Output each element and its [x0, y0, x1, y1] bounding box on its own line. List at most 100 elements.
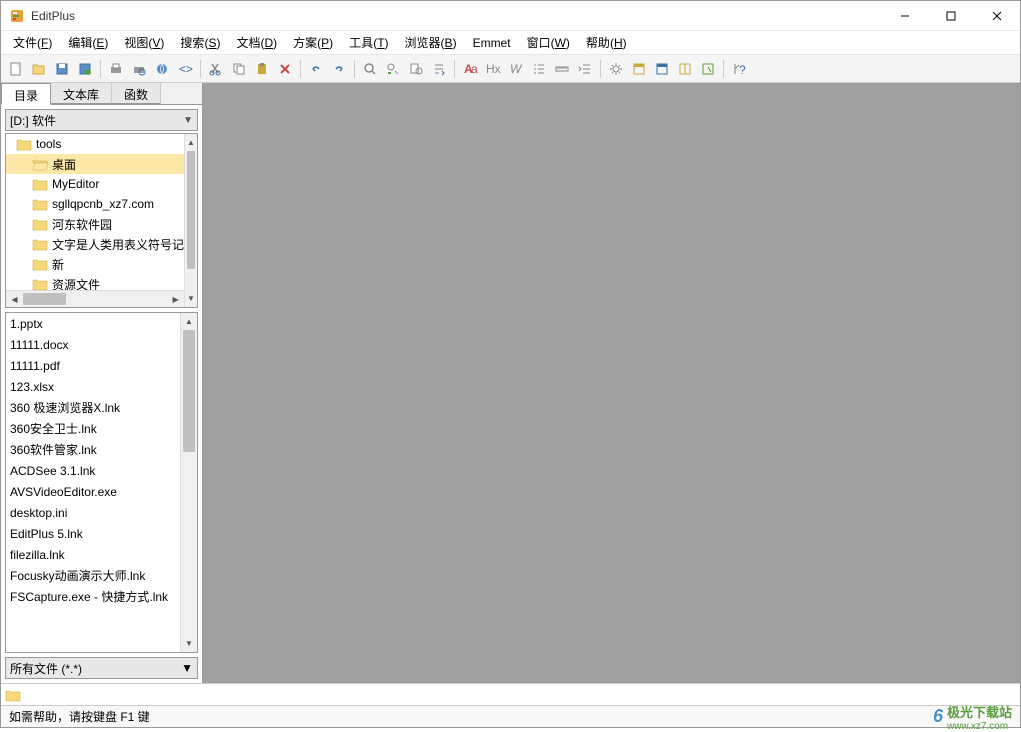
save-icon[interactable]: [51, 58, 73, 80]
scroll-up-icon[interactable]: ▲: [181, 313, 197, 330]
cut-icon[interactable]: [205, 58, 227, 80]
tree-item[interactable]: 资源文件: [6, 274, 184, 290]
tree-horizontal-scrollbar[interactable]: ◀ ▶: [6, 290, 184, 307]
menu-e[interactable]: 编辑(E): [60, 31, 116, 54]
window-title: EditPlus: [31, 9, 882, 23]
file-list[interactable]: 1.pptx11111.docx11111.pdf123.xlsx360 极速浏…: [6, 313, 180, 652]
minimize-button[interactable]: [882, 1, 928, 31]
tab-0[interactable]: 目录: [1, 83, 51, 105]
goto-line-icon[interactable]: [428, 58, 450, 80]
settings-icon[interactable]: [605, 58, 627, 80]
new-file-icon[interactable]: [5, 58, 27, 80]
window4-icon[interactable]: [697, 58, 719, 80]
maximize-button[interactable]: [928, 1, 974, 31]
file-item[interactable]: filezilla.lnk: [6, 544, 180, 565]
wordwrap-icon[interactable]: W: [505, 58, 527, 80]
folder-tree-panel: tools桌面MyEditorsgllqpcnb_xz7.com河东软件园文字是…: [5, 133, 198, 308]
print-icon[interactable]: [105, 58, 127, 80]
tree-item[interactable]: 河东软件园: [6, 214, 184, 234]
scroll-down-icon[interactable]: ▼: [185, 290, 197, 307]
file-item[interactable]: 360 极速浏览器X.lnk: [6, 397, 180, 418]
scroll-right-icon[interactable]: ▶: [167, 291, 184, 307]
hex-icon[interactable]: Hx: [482, 58, 504, 80]
find-files-icon[interactable]: [405, 58, 427, 80]
tree-item[interactable]: MyEditor: [6, 174, 184, 194]
scroll-up-icon[interactable]: ▲: [185, 134, 197, 151]
file-item[interactable]: Focusky动画演示大师.lnk: [6, 565, 180, 586]
save-as-icon[interactable]: [74, 58, 96, 80]
indent-icon[interactable]: [574, 58, 596, 80]
file-item[interactable]: ACDSee 3.1.lnk: [6, 460, 180, 481]
delete-icon[interactable]: [274, 58, 296, 80]
scroll-down-icon[interactable]: ▼: [181, 635, 197, 652]
menu-emmet[interactable]: Emmet: [465, 33, 519, 53]
tree-item[interactable]: 新: [6, 254, 184, 274]
app-icon: [9, 8, 25, 24]
menu-t[interactable]: 工具(T): [341, 31, 396, 54]
help-icon[interactable]: ?: [728, 58, 750, 80]
path-input[interactable]: [25, 686, 1016, 704]
tree-item[interactable]: sgllqpcnb_xz7.com: [6, 194, 184, 214]
menu-v[interactable]: 视图(V): [116, 31, 172, 54]
menu-b[interactable]: 浏览器(B): [397, 31, 465, 54]
editor-area[interactable]: [203, 83, 1020, 683]
file-item[interactable]: FSCapture.exe - 快捷方式.lnk: [6, 586, 180, 607]
browser-icon[interactable]: [151, 58, 173, 80]
menu-h[interactable]: 帮助(H): [578, 31, 635, 54]
menu-w[interactable]: 窗口(W): [519, 31, 578, 54]
folder-icon: [32, 237, 48, 251]
paste-icon[interactable]: [251, 58, 273, 80]
file-item[interactable]: AVSVideoEditor.exe: [6, 481, 180, 502]
file-item[interactable]: EditPlus 5.lnk: [6, 523, 180, 544]
menu-p[interactable]: 方案(P): [285, 31, 341, 54]
html-icon[interactable]: <>: [174, 58, 196, 80]
copy-icon[interactable]: [228, 58, 250, 80]
folder-icon: [32, 277, 48, 290]
file-filter-select[interactable]: 所有文件 (*.*) ▼: [5, 657, 198, 679]
undo-icon[interactable]: [305, 58, 327, 80]
print-preview-icon[interactable]: [128, 58, 150, 80]
tab-1[interactable]: 文本库: [51, 83, 112, 104]
file-item[interactable]: 360安全卫士.lnk: [6, 418, 180, 439]
scroll-left-icon[interactable]: ◀: [6, 291, 23, 307]
drive-select[interactable]: [D:] 软件 ▼: [5, 109, 198, 131]
tree-item-label: 资源文件: [52, 276, 100, 291]
file-item[interactable]: 1.pptx: [6, 313, 180, 334]
folder-icon: [32, 177, 48, 191]
toolbar-separator: [300, 60, 301, 78]
close-button[interactable]: [974, 1, 1020, 31]
tree-item[interactable]: 桌面: [6, 154, 184, 174]
redo-icon[interactable]: [328, 58, 350, 80]
replace-icon[interactable]: [382, 58, 404, 80]
find-icon[interactable]: [359, 58, 381, 80]
file-item[interactable]: desktop.ini: [6, 502, 180, 523]
svg-text:Hx: Hx: [486, 62, 501, 76]
menu-d[interactable]: 文档(D): [228, 31, 285, 54]
scroll-thumb[interactable]: [183, 330, 195, 452]
tree-item[interactable]: tools: [6, 134, 184, 154]
file-vertical-scrollbar[interactable]: ▲ ▼: [180, 313, 197, 652]
chevron-down-icon: ▼: [183, 115, 193, 126]
font-icon[interactable]: Aa: [459, 58, 481, 80]
file-item[interactable]: 123.xlsx: [6, 376, 180, 397]
window1-icon[interactable]: [628, 58, 650, 80]
folder-tree[interactable]: tools桌面MyEditorsgllqpcnb_xz7.com河东软件园文字是…: [6, 134, 184, 290]
menu-label: Emmet: [473, 36, 511, 50]
scroll-thumb[interactable]: [187, 151, 195, 269]
window3-icon[interactable]: [674, 58, 696, 80]
menu-f[interactable]: 文件(F): [5, 31, 60, 54]
tree-item[interactable]: 文字是人类用表义符号记: [6, 234, 184, 254]
scroll-thumb[interactable]: [23, 293, 66, 305]
file-item[interactable]: 11111.pdf: [6, 355, 180, 376]
tree-vertical-scrollbar[interactable]: ▲ ▼: [184, 134, 197, 307]
file-item[interactable]: 360软件管家.lnk: [6, 439, 180, 460]
main-area: 目录文本库函数 [D:] 软件 ▼ tools桌面MyEditorsgllqpc…: [1, 83, 1020, 683]
menu-s[interactable]: 搜索(S): [172, 31, 228, 54]
tab-2[interactable]: 函数: [112, 83, 161, 104]
ruler-icon[interactable]: [551, 58, 573, 80]
window2-icon[interactable]: [651, 58, 673, 80]
file-item[interactable]: 11111.docx: [6, 334, 180, 355]
watermark-logo: 6: [933, 706, 943, 727]
open-file-icon[interactable]: [28, 58, 50, 80]
line-numbers-icon[interactable]: [528, 58, 550, 80]
